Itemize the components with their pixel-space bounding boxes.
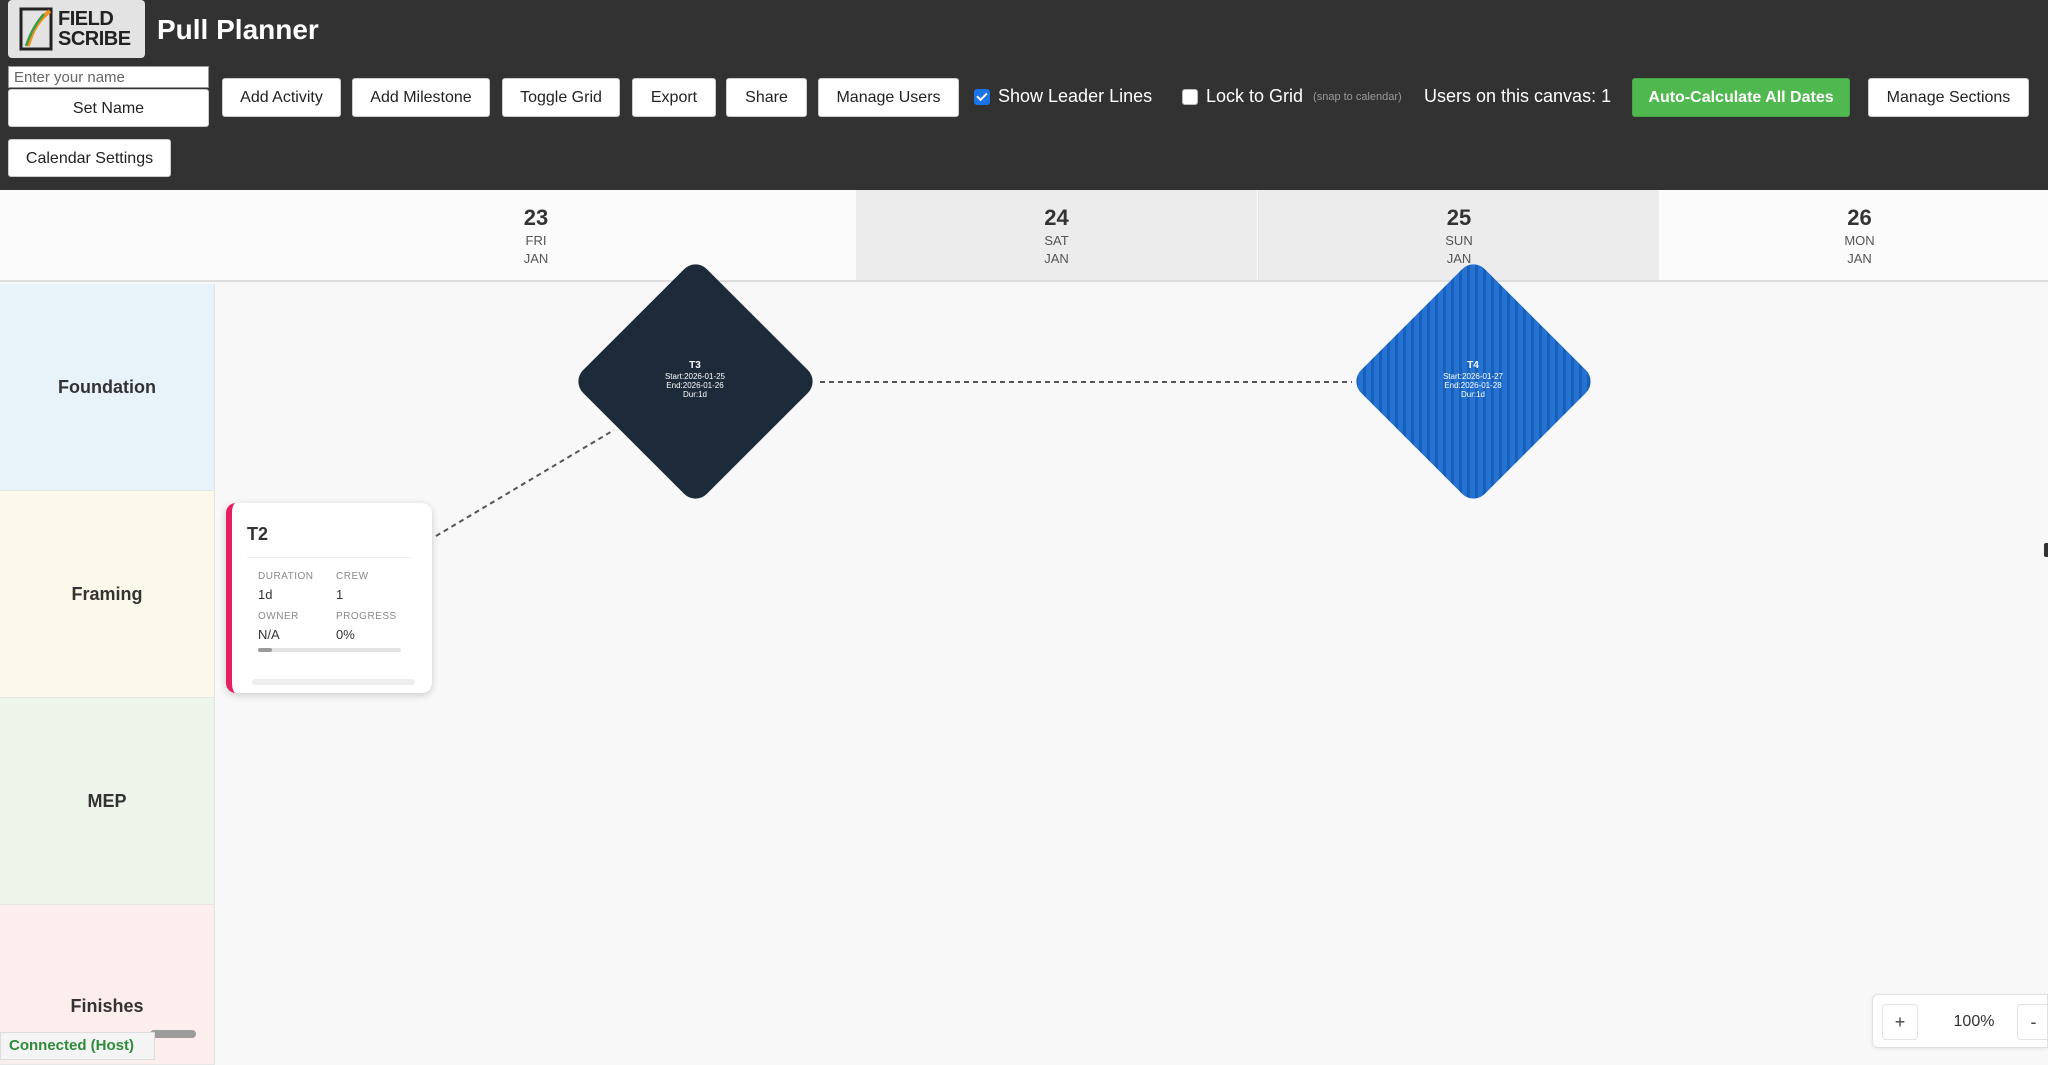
milestone-t4-duration: Dur:1d — [1460, 390, 1485, 399]
lock-to-grid-toggle[interactable]: Lock to Grid (snap to calendar) — [1182, 86, 1402, 107]
card-divider — [247, 557, 412, 558]
add-activity-button[interactable]: Add Activity — [222, 78, 341, 117]
connection-status: Connected (Host) — [0, 1032, 155, 1060]
share-button[interactable]: Share — [726, 78, 807, 117]
day-month: JAN — [1446, 251, 1472, 266]
crew-label: CREW — [336, 571, 369, 582]
day-month: JAN — [523, 251, 549, 266]
day-column-23: 23 FRI JAN — [216, 190, 856, 280]
day-of-week: FRI — [525, 233, 547, 248]
calendar-header: 23 FRI JAN 24 SAT JAN 25 SUN JAN 26 MON … — [0, 190, 2048, 282]
canvas-edge-handle[interactable] — [2044, 543, 2048, 557]
day-number: 26 — [1847, 205, 1872, 230]
horizontal-scrollbar[interactable] — [150, 1030, 196, 1038]
card-footer-bar — [252, 679, 415, 685]
zoom-out-button[interactable]: - — [2017, 1004, 2048, 1040]
progress-label: PROGRESS — [336, 611, 397, 622]
lock-to-grid-label: Lock to Grid — [1206, 86, 1304, 106]
day-of-week: SAT — [1044, 233, 1069, 248]
day-month: JAN — [1847, 251, 1872, 266]
day-of-week: MON — [1844, 233, 1875, 248]
day-number: 25 — [1446, 205, 1472, 230]
add-milestone-button[interactable]: Add Milestone — [352, 78, 490, 117]
section-foundation[interactable]: Foundation — [0, 284, 215, 491]
milestone-t3-end: End:2026-01-26 — [666, 381, 724, 390]
section-framing[interactable]: Framing — [0, 491, 215, 698]
auto-calculate-button[interactable]: Auto-Calculate All Dates — [1632, 78, 1850, 117]
manage-sections-button[interactable]: Manage Sections — [1868, 78, 2029, 117]
progress-bar-fill — [258, 648, 273, 652]
toggle-grid-button[interactable]: Toggle Grid — [502, 78, 620, 117]
progress-bar — [258, 648, 401, 652]
day-column-26: 26 MON JAN — [1659, 190, 2048, 280]
zoom-in-button[interactable]: + — [1882, 1004, 1918, 1040]
pull-planner-app: FIELD SCRIBE Pull Planner Set Name Calen… — [0, 0, 2048, 1065]
show-leader-lines-label: Show Leader Lines — [998, 86, 1153, 106]
day-column-24: 24 SAT JAN — [856, 190, 1257, 280]
duration-label: DURATION — [258, 571, 314, 582]
day-column-25: 25 SUN JAN — [1258, 190, 1659, 280]
crew-value: 1 — [336, 587, 344, 602]
name-input[interactable] — [8, 66, 209, 88]
day-number: 23 — [523, 205, 549, 230]
logo-mark-icon — [19, 7, 53, 51]
toolbar: FIELD SCRIBE Pull Planner Set Name Calen… — [0, 0, 2048, 190]
milestone-t3-duration: Dur:1d — [682, 390, 707, 399]
lock-to-grid-checkbox[interactable] — [1182, 88, 1198, 105]
planner-canvas[interactable] — [216, 284, 2048, 1044]
owner-value: N/A — [258, 627, 280, 642]
day-number: 24 — [1044, 205, 1069, 230]
owner-label: OWNER — [258, 611, 299, 622]
milestone-t3-label: T3 Start:2026-01-25 End:2026-01-26 Dur:1… — [640, 360, 750, 399]
section-mep[interactable]: MEP — [0, 698, 215, 905]
progress-value: 0% — [336, 627, 355, 642]
day-month: JAN — [1044, 251, 1069, 266]
logo-line-1: FIELD — [58, 8, 114, 30]
milestone-t3-start: Start:2026-01-25 — [664, 372, 726, 381]
snap-note: (snap to calendar) — [1313, 90, 1402, 103]
show-leader-lines-checkbox[interactable] — [974, 88, 990, 105]
day-of-week: SUN — [1445, 233, 1473, 248]
logo-line-2: SCRIBE — [58, 28, 131, 50]
manage-users-button[interactable]: Manage Users — [818, 78, 959, 117]
milestone-t3-id: T3 — [689, 360, 701, 371]
milestone-t4-label: T4 Start:2026-01-27 End:2026-01-28 Dur:1… — [1418, 360, 1528, 399]
zoom-level: 100% — [1953, 1013, 1995, 1030]
calendar-settings-button[interactable]: Calendar Settings — [8, 139, 171, 177]
activity-card-t2[interactable]: T2 DURATION 1d CREW 1 OWNER N/A PROGRESS… — [226, 503, 432, 693]
milestone-t4-start: Start:2026-01-27 — [1442, 372, 1504, 381]
activity-title: T2 — [247, 524, 269, 544]
milestone-t4-id: T4 — [1467, 360, 1479, 371]
zoom-controls: + 100% - — [1872, 994, 2048, 1048]
set-name-button[interactable]: Set Name — [8, 89, 209, 127]
users-count: Users on this canvas: 1 — [1424, 86, 1612, 106]
app-title: Pull Planner — [157, 14, 319, 45]
milestone-t4-end: End:2026-01-28 — [1444, 381, 1502, 390]
duration-value: 1d — [258, 587, 273, 602]
field-scribe-logo[interactable]: FIELD SCRIBE — [8, 0, 145, 58]
show-leader-lines-toggle[interactable]: Show Leader Lines — [974, 86, 1152, 107]
logo-text: FIELD SCRIBE — [58, 9, 131, 49]
export-button[interactable]: Export — [632, 78, 716, 117]
